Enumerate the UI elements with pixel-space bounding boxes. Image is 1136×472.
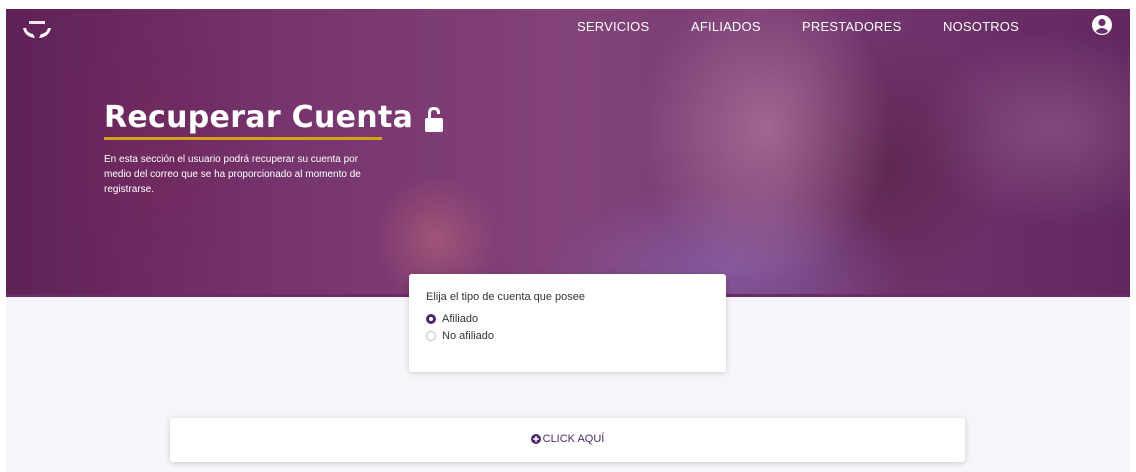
unlock-icon <box>425 107 444 132</box>
plus-circle-icon <box>530 434 541 444</box>
click-here-button[interactable]: CLICK AQUÍ <box>170 418 965 462</box>
radio-option-afiliado[interactable]: Afiliado <box>426 313 478 325</box>
account-type-card: Elija el tipo de cuenta que posee Afilia… <box>409 274 726 372</box>
radio-label-afiliado: Afiliado <box>442 313 479 325</box>
account-type-question: Elija el tipo de cuenta que posee <box>426 291 586 303</box>
hero-description: En esta sección el usuario podrá recuper… <box>104 154 361 195</box>
radio-label-no-afiliado: No afiliado <box>442 330 494 342</box>
hero-title-block: Recuperar Cuenta <box>104 101 445 135</box>
nav-prestadores[interactable]: PRESTADORES <box>802 19 901 34</box>
radio-no-afiliado[interactable] <box>426 331 436 341</box>
nav-nosotros[interactable]: NOSOTROS <box>943 19 1019 34</box>
click-here-label: CLICK AQUÍ <box>542 433 605 445</box>
page-title: Recuperar Cuenta <box>104 100 414 135</box>
nav-servicios[interactable]: SERVICIOS <box>577 19 649 34</box>
radio-option-no-afiliado[interactable]: No afiliado <box>426 330 494 342</box>
hands-logo-icon[interactable] <box>22 19 52 41</box>
user-circle-icon[interactable] <box>1092 15 1112 35</box>
nav-afiliados[interactable]: AFILIADOS <box>691 19 761 34</box>
top-strip <box>0 0 1136 9</box>
recover-account-page: SERVICIOS AFILIADOS PRESTADORES NOSOTROS… <box>0 0 1136 472</box>
radio-afiliado[interactable] <box>426 314 436 324</box>
title-underline <box>104 137 382 140</box>
